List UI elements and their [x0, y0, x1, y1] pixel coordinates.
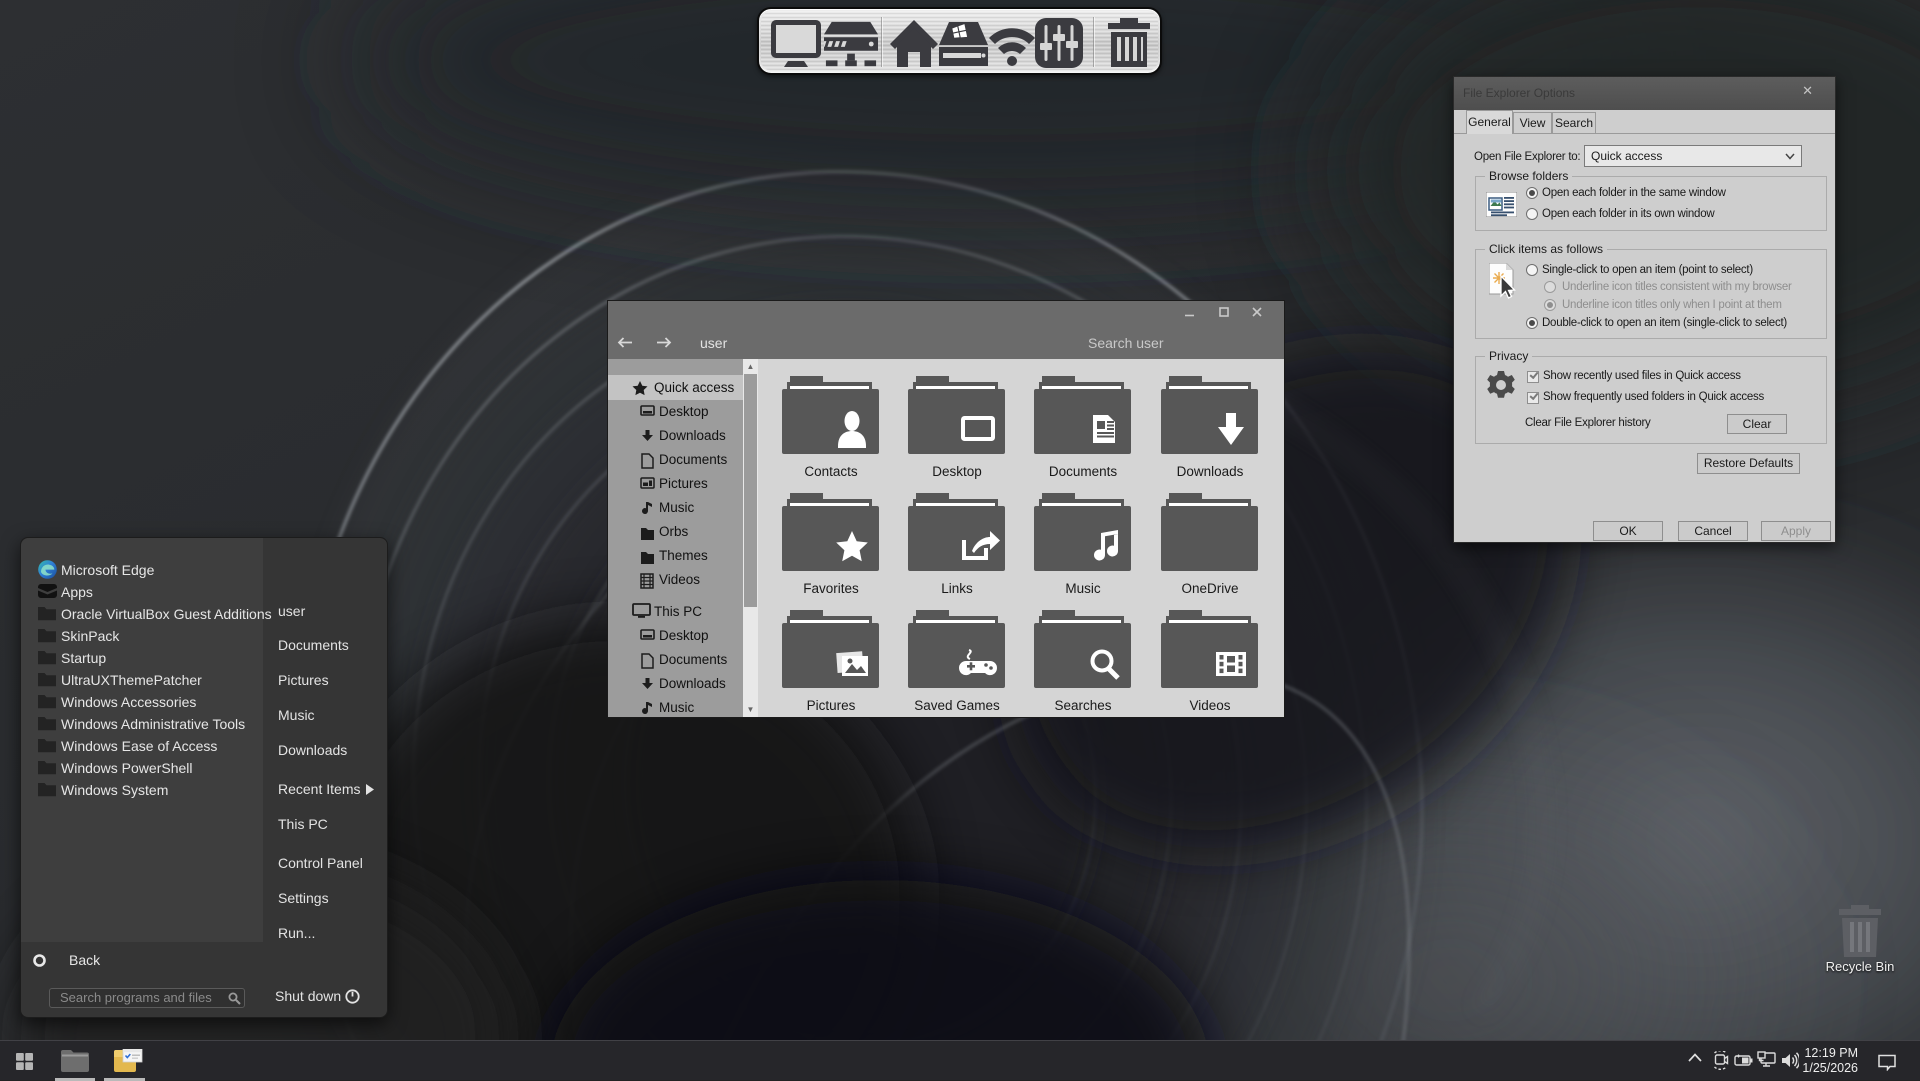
svg-text:Favorites: Favorites — [803, 581, 859, 596]
svg-text:Links: Links — [941, 581, 973, 596]
svg-text:Pictures: Pictures — [807, 698, 856, 713]
svg-text:Documents: Documents — [1049, 464, 1118, 479]
svg-text:Videos: Videos — [1189, 698, 1230, 713]
svg-text:Desktop: Desktop — [932, 464, 982, 479]
svg-text:Saved Games: Saved Games — [914, 698, 1000, 713]
svg-text:OneDrive: OneDrive — [1181, 581, 1238, 596]
svg-text:Music: Music — [1065, 581, 1101, 596]
svg-text:Downloads: Downloads — [1177, 464, 1244, 479]
svg-text:Contacts: Contacts — [804, 464, 858, 479]
svg-text:Searches: Searches — [1054, 698, 1111, 713]
